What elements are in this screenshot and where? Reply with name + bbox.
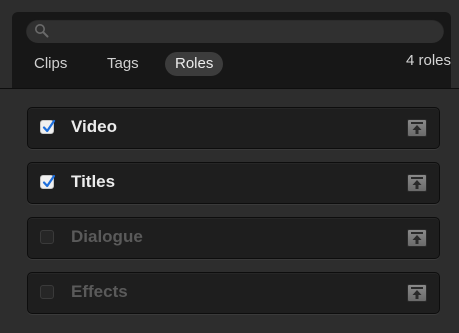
- search-input[interactable]: [26, 19, 444, 43]
- tab-clips[interactable]: Clips: [24, 52, 77, 76]
- role-checkbox[interactable]: [40, 230, 54, 244]
- role-row-video[interactable]: Video: [27, 107, 440, 149]
- tab-tags[interactable]: Tags: [97, 52, 149, 76]
- role-checkbox[interactable]: [40, 174, 56, 189]
- role-row-dialogue[interactable]: Dialogue: [27, 217, 440, 259]
- roles-list: Video Titles Dialogue Effects: [0, 88, 459, 333]
- role-label: Titles: [71, 172, 116, 191]
- move-to-top-icon[interactable]: [407, 174, 427, 192]
- tab-roles[interactable]: Roles: [165, 52, 224, 76]
- move-to-top-icon[interactable]: [407, 229, 427, 247]
- role-count-label: 4 roles: [405, 52, 451, 69]
- role-row-effects[interactable]: Effects: [27, 272, 440, 314]
- role-checkbox[interactable]: [40, 285, 54, 299]
- roles-index-panel: Clips Tags Roles 4 roles Video Titles Di…: [0, 0, 459, 333]
- move-to-top-icon[interactable]: [407, 284, 427, 302]
- move-to-top-icon[interactable]: [407, 119, 427, 137]
- index-header: Clips Tags Roles 4 roles: [12, 12, 451, 88]
- role-row-titles[interactable]: Titles: [27, 162, 440, 204]
- role-label: Dialogue: [71, 227, 143, 246]
- role-label: Effects: [71, 282, 128, 301]
- checkmark-icon: [42, 119, 56, 133]
- role-checkbox[interactable]: [40, 119, 56, 134]
- search-icon: [34, 23, 50, 39]
- tab-bar: Clips Tags Roles: [12, 50, 451, 78]
- checkmark-icon: [42, 174, 56, 188]
- role-label: Video: [71, 117, 117, 136]
